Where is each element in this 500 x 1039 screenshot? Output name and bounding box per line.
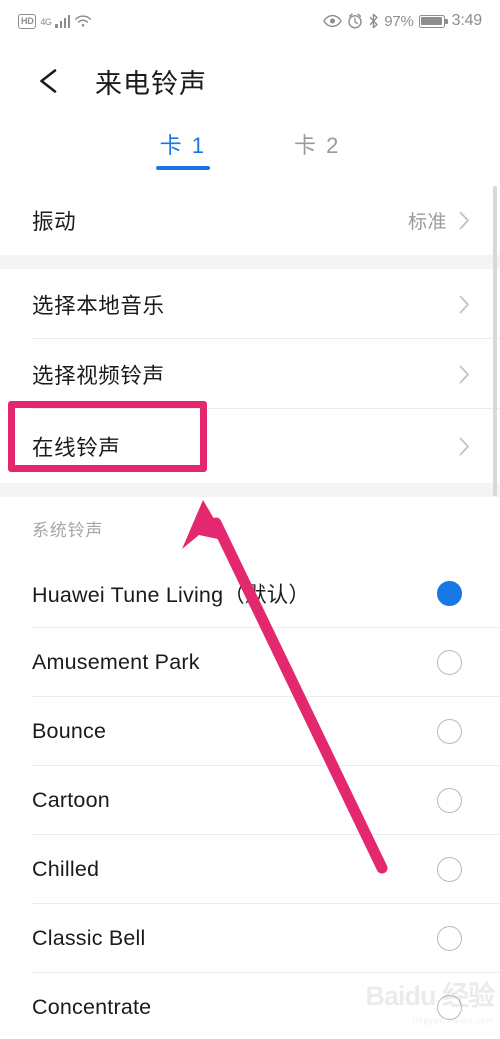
page-title: 来电铃声: [95, 68, 207, 99]
network-gen-label: 4G: [40, 16, 52, 27]
sim-tabs: 卡 1 卡 2: [0, 120, 500, 185]
chevron-right-icon: [459, 211, 469, 229]
tab-sim-2[interactable]: 卡 2: [288, 120, 346, 172]
row-vibration[interactable]: 振动 标准: [0, 185, 500, 255]
battery-percent-label: 97%: [384, 12, 414, 30]
ringtone-row-huawei-tune-living[interactable]: Huawei Tune Living（默认）: [0, 559, 500, 628]
radio-button[interactable]: [437, 857, 462, 882]
row-select-video-ringtone[interactable]: 选择视频铃声: [0, 339, 500, 409]
ringtone-label: Chilled: [32, 857, 100, 881]
ringtone-row-concentrate[interactable]: Concentrate: [0, 973, 500, 1039]
title-bar: 来电铃声: [0, 42, 500, 120]
ringtone-row-amusement-park[interactable]: Amusement Park: [0, 628, 500, 697]
section-gap-1: [0, 255, 500, 269]
ringtone-label: Classic Bell: [32, 926, 146, 950]
alarm-clock-icon: [348, 13, 362, 29]
section-gap-2: [0, 483, 500, 497]
ringtone-label: Cartoon: [32, 788, 110, 812]
eye-icon: [323, 14, 342, 28]
row-vibration-value: 标准: [407, 211, 447, 233]
status-bar-right: 97% 3:49: [323, 12, 482, 30]
battery-icon: [418, 14, 448, 28]
settings-list: 振动 标准 选择本地音乐 选择视频铃声 在线铃声 系统铃声 Huawei Tun…: [0, 185, 500, 1039]
hd-badge-icon: HD: [18, 13, 37, 29]
row-online-ringtone[interactable]: 在线铃声: [0, 409, 500, 483]
ringtone-row-classic-bell[interactable]: Classic Bell: [0, 904, 500, 973]
system-ringtones-header: 系统铃声: [32, 520, 104, 540]
row-select-local-music[interactable]: 选择本地音乐: [0, 269, 500, 339]
tab-sim-1[interactable]: 卡 1: [154, 120, 212, 172]
ringtone-label: Amusement Park: [32, 650, 200, 674]
radio-button-selected[interactable]: [437, 581, 462, 606]
status-bar-clock: 3:49: [451, 12, 483, 29]
radio-button[interactable]: [437, 926, 462, 951]
row-select-video-ringtone-label: 选择视频铃声: [32, 363, 165, 388]
ringtone-source-card: 选择本地音乐 选择视频铃声 在线铃声: [0, 269, 500, 483]
back-arrow-icon[interactable]: [30, 62, 68, 100]
wifi-icon: [75, 15, 92, 27]
row-online-ringtone-label: 在线铃声: [32, 435, 121, 460]
radio-button[interactable]: [437, 719, 462, 744]
vertical-scrollbar[interactable]: [493, 186, 497, 496]
chevron-right-icon: [459, 295, 469, 313]
phone-screen: HD 4G 97% 3:49 来电铃声 卡 1 卡 2 振动 标准 选择本地音乐…: [0, 0, 500, 1039]
watermark-subtext: jingyan.baidu.com: [412, 1016, 494, 1025]
ringtone-row-chilled[interactable]: Chilled: [0, 835, 500, 904]
status-bar: HD 4G 97% 3:49: [0, 0, 500, 42]
radio-button[interactable]: [437, 650, 462, 675]
ringtone-row-cartoon[interactable]: Cartoon: [0, 766, 500, 835]
row-vibration-label: 振动: [32, 209, 77, 234]
ringtone-label: Concentrate: [32, 995, 152, 1019]
chevron-right-icon: [459, 365, 469, 383]
ringtone-label: Bounce: [32, 719, 107, 743]
bluetooth-icon: [369, 13, 378, 29]
signal-bars-icon: [55, 14, 71, 28]
chevron-right-icon: [459, 437, 469, 455]
radio-button[interactable]: [437, 788, 462, 813]
status-bar-left: HD 4G: [18, 13, 92, 29]
ringtone-row-bounce[interactable]: Bounce: [0, 697, 500, 766]
row-select-local-music-label: 选择本地音乐: [32, 293, 165, 318]
system-ringtones-card: 系统铃声 Huawei Tune Living（默认） Amusement Pa…: [0, 497, 500, 1039]
vibration-card: 振动 标准: [0, 185, 500, 255]
ringtone-label: Huawei Tune Living（默认）: [32, 583, 311, 607]
